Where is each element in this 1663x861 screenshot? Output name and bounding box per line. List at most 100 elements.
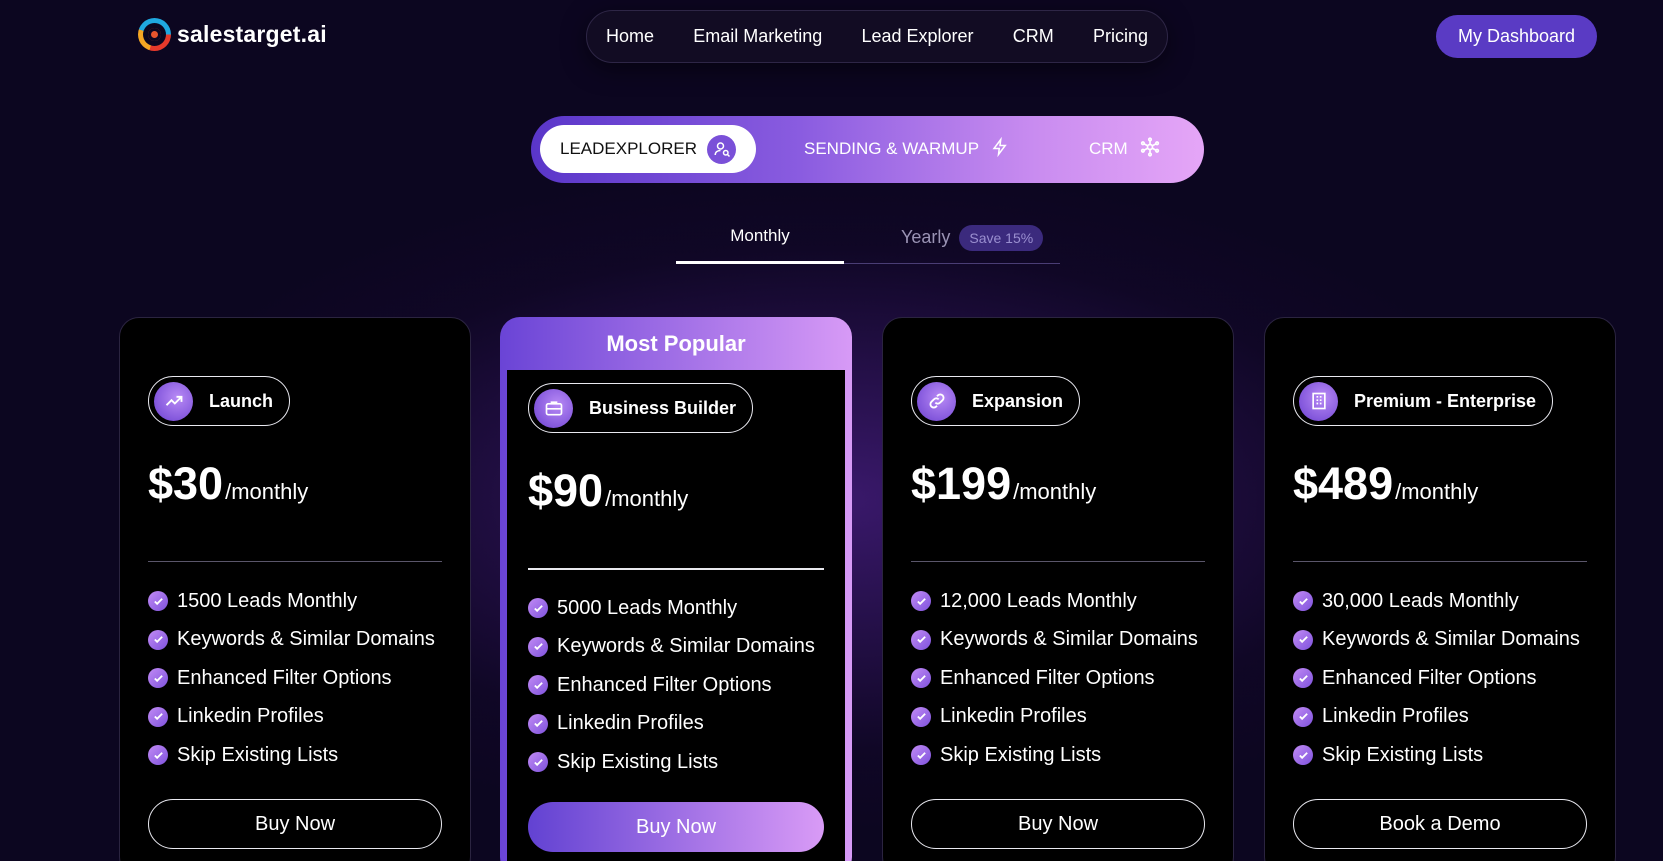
feature-item: Keywords & Similar Domains bbox=[148, 621, 435, 660]
book-demo-button[interactable]: Book a Demo bbox=[1293, 799, 1587, 849]
brand-name: salestarget.ai bbox=[177, 21, 327, 47]
plan-card-launch: Launch $30 /monthly 1500 Leads Monthly K… bbox=[119, 317, 471, 861]
plan-name-pill: Business Builder bbox=[528, 383, 754, 433]
feature-item: Keywords & Similar Domains bbox=[911, 621, 1198, 660]
check-icon bbox=[528, 598, 548, 619]
feature-item: Skip Existing Lists bbox=[911, 736, 1198, 775]
feature-item: Enhanced Filter Options bbox=[148, 659, 435, 698]
trending-up-icon bbox=[154, 381, 193, 421]
check-icon bbox=[1293, 629, 1313, 650]
plan-name: Launch bbox=[209, 390, 274, 411]
plan-name-pill: Premium - Enterprise bbox=[1293, 376, 1554, 426]
check-icon bbox=[148, 668, 168, 689]
feature-item: Enhanced Filter Options bbox=[1293, 659, 1580, 698]
price-period: /monthly bbox=[605, 486, 689, 511]
plan-name: Expansion bbox=[972, 390, 1064, 411]
price-amount: $90 bbox=[528, 465, 604, 516]
divider bbox=[1293, 561, 1587, 562]
user-search-icon bbox=[707, 134, 736, 164]
check-icon bbox=[528, 752, 548, 773]
nav-item-crm[interactable]: CRM bbox=[1013, 26, 1054, 47]
briefcase-icon bbox=[534, 388, 573, 428]
feature-item: Skip Existing Lists bbox=[528, 743, 815, 782]
feature-item: 30,000 Leads Monthly bbox=[1293, 582, 1580, 621]
feature-list: 5000 Leads Monthly Keywords & Similar Do… bbox=[528, 589, 815, 782]
my-dashboard-button[interactable]: My Dashboard bbox=[1436, 15, 1597, 58]
product-tab-label: CRM bbox=[1089, 139, 1128, 158]
plan-price: $30 /monthly bbox=[148, 458, 308, 510]
price-period: /monthly bbox=[225, 479, 309, 504]
price-amount: $199 bbox=[911, 458, 1012, 509]
check-icon bbox=[1293, 745, 1313, 766]
feature-item: Linkedin Profiles bbox=[528, 705, 815, 744]
check-icon bbox=[148, 745, 168, 766]
plan-price: $489 /monthly bbox=[1293, 458, 1478, 510]
feature-item: Skip Existing Lists bbox=[148, 736, 435, 775]
nav-item-email-marketing[interactable]: Email Marketing bbox=[693, 26, 822, 47]
plan-price: $90 /monthly bbox=[528, 465, 688, 517]
plan-card-body: Business Builder $90 /monthly 5000 Leads… bbox=[507, 370, 845, 861]
feature-item: Enhanced Filter Options bbox=[528, 666, 815, 705]
product-tab-leadexplorer[interactable]: LEADEXPLORER bbox=[540, 125, 756, 173]
feature-item: 1500 Leads Monthly bbox=[148, 582, 435, 621]
feature-item: Linkedin Profiles bbox=[911, 698, 1198, 737]
plan-name: Business Builder bbox=[589, 397, 737, 418]
product-tab-sending-warmup[interactable]: SENDING & WARMUP bbox=[804, 125, 1009, 173]
check-icon bbox=[528, 713, 548, 734]
plan-card-expansion: Expansion $199 /monthly 12,000 Leads Mon… bbox=[882, 317, 1234, 861]
price-period: /monthly bbox=[1013, 479, 1097, 504]
lightning-icon bbox=[991, 136, 1009, 162]
check-icon bbox=[1293, 591, 1313, 612]
plan-name-pill: Expansion bbox=[911, 376, 1081, 426]
check-icon bbox=[911, 629, 931, 650]
plan-name: Premium - Enterprise bbox=[1354, 390, 1537, 411]
buy-now-button[interactable]: Buy Now bbox=[911, 799, 1205, 849]
plan-price: $199 /monthly bbox=[911, 458, 1096, 510]
target-logo-icon bbox=[138, 18, 171, 51]
nav-item-pricing[interactable]: Pricing bbox=[1093, 26, 1148, 47]
price-amount: $30 bbox=[148, 458, 224, 509]
feature-item: Enhanced Filter Options bbox=[911, 659, 1198, 698]
save-badge: Save 15% bbox=[959, 224, 1044, 251]
check-icon bbox=[911, 668, 931, 689]
brand-logo[interactable]: salestarget.ai bbox=[138, 18, 327, 51]
divider bbox=[528, 568, 824, 570]
check-icon bbox=[148, 706, 168, 727]
feature-list: 30,000 Leads Monthly Keywords & Similar … bbox=[1293, 582, 1580, 775]
feature-item: Keywords & Similar Domains bbox=[528, 628, 815, 667]
check-icon bbox=[911, 591, 931, 612]
buy-now-button[interactable]: Buy Now bbox=[148, 799, 442, 849]
tab-monthly[interactable]: Monthly bbox=[676, 211, 844, 264]
building-icon bbox=[1299, 381, 1338, 421]
plan-card-premium-enterprise: Premium - Enterprise $489 /monthly 30,00… bbox=[1264, 317, 1616, 861]
product-tab-crm[interactable]: CRM bbox=[1089, 125, 1160, 173]
most-popular-badge: Most Popular bbox=[606, 330, 746, 356]
divider bbox=[911, 561, 1205, 562]
check-icon bbox=[528, 636, 548, 657]
check-icon bbox=[1293, 706, 1313, 727]
billing-period-tabs: Monthly Yearly Save 15% bbox=[676, 211, 1060, 264]
divider bbox=[148, 561, 442, 562]
main-nav: Home Email Marketing Lead Explorer CRM P… bbox=[586, 10, 1168, 63]
plan-card-business-builder: Most Popular Business Builder $90 /month… bbox=[500, 317, 852, 861]
check-icon bbox=[911, 745, 931, 766]
feature-item: Linkedin Profiles bbox=[148, 698, 435, 737]
feature-item: 5000 Leads Monthly bbox=[528, 589, 815, 628]
tab-yearly-label: Yearly bbox=[901, 227, 951, 247]
plan-name-pill: Launch bbox=[148, 376, 291, 426]
check-icon bbox=[528, 675, 548, 696]
tab-yearly[interactable]: Yearly Save 15% bbox=[901, 211, 1044, 264]
network-icon bbox=[1140, 136, 1160, 162]
product-tab-label: SENDING & WARMUP bbox=[804, 139, 980, 158]
check-icon bbox=[148, 629, 168, 650]
buy-now-button[interactable]: Buy Now bbox=[528, 802, 824, 852]
feature-item: Linkedin Profiles bbox=[1293, 698, 1580, 737]
product-switcher: LEADEXPLORER SENDING & WARMUP CRM bbox=[531, 116, 1204, 183]
feature-item: Keywords & Similar Domains bbox=[1293, 621, 1580, 660]
product-tab-label: LEADEXPLORER bbox=[560, 139, 697, 158]
price-period: /monthly bbox=[1395, 479, 1479, 504]
feature-item: 12,000 Leads Monthly bbox=[911, 582, 1198, 621]
nav-item-lead-explorer[interactable]: Lead Explorer bbox=[861, 26, 973, 47]
feature-item: Skip Existing Lists bbox=[1293, 736, 1580, 775]
nav-item-home[interactable]: Home bbox=[606, 26, 654, 47]
